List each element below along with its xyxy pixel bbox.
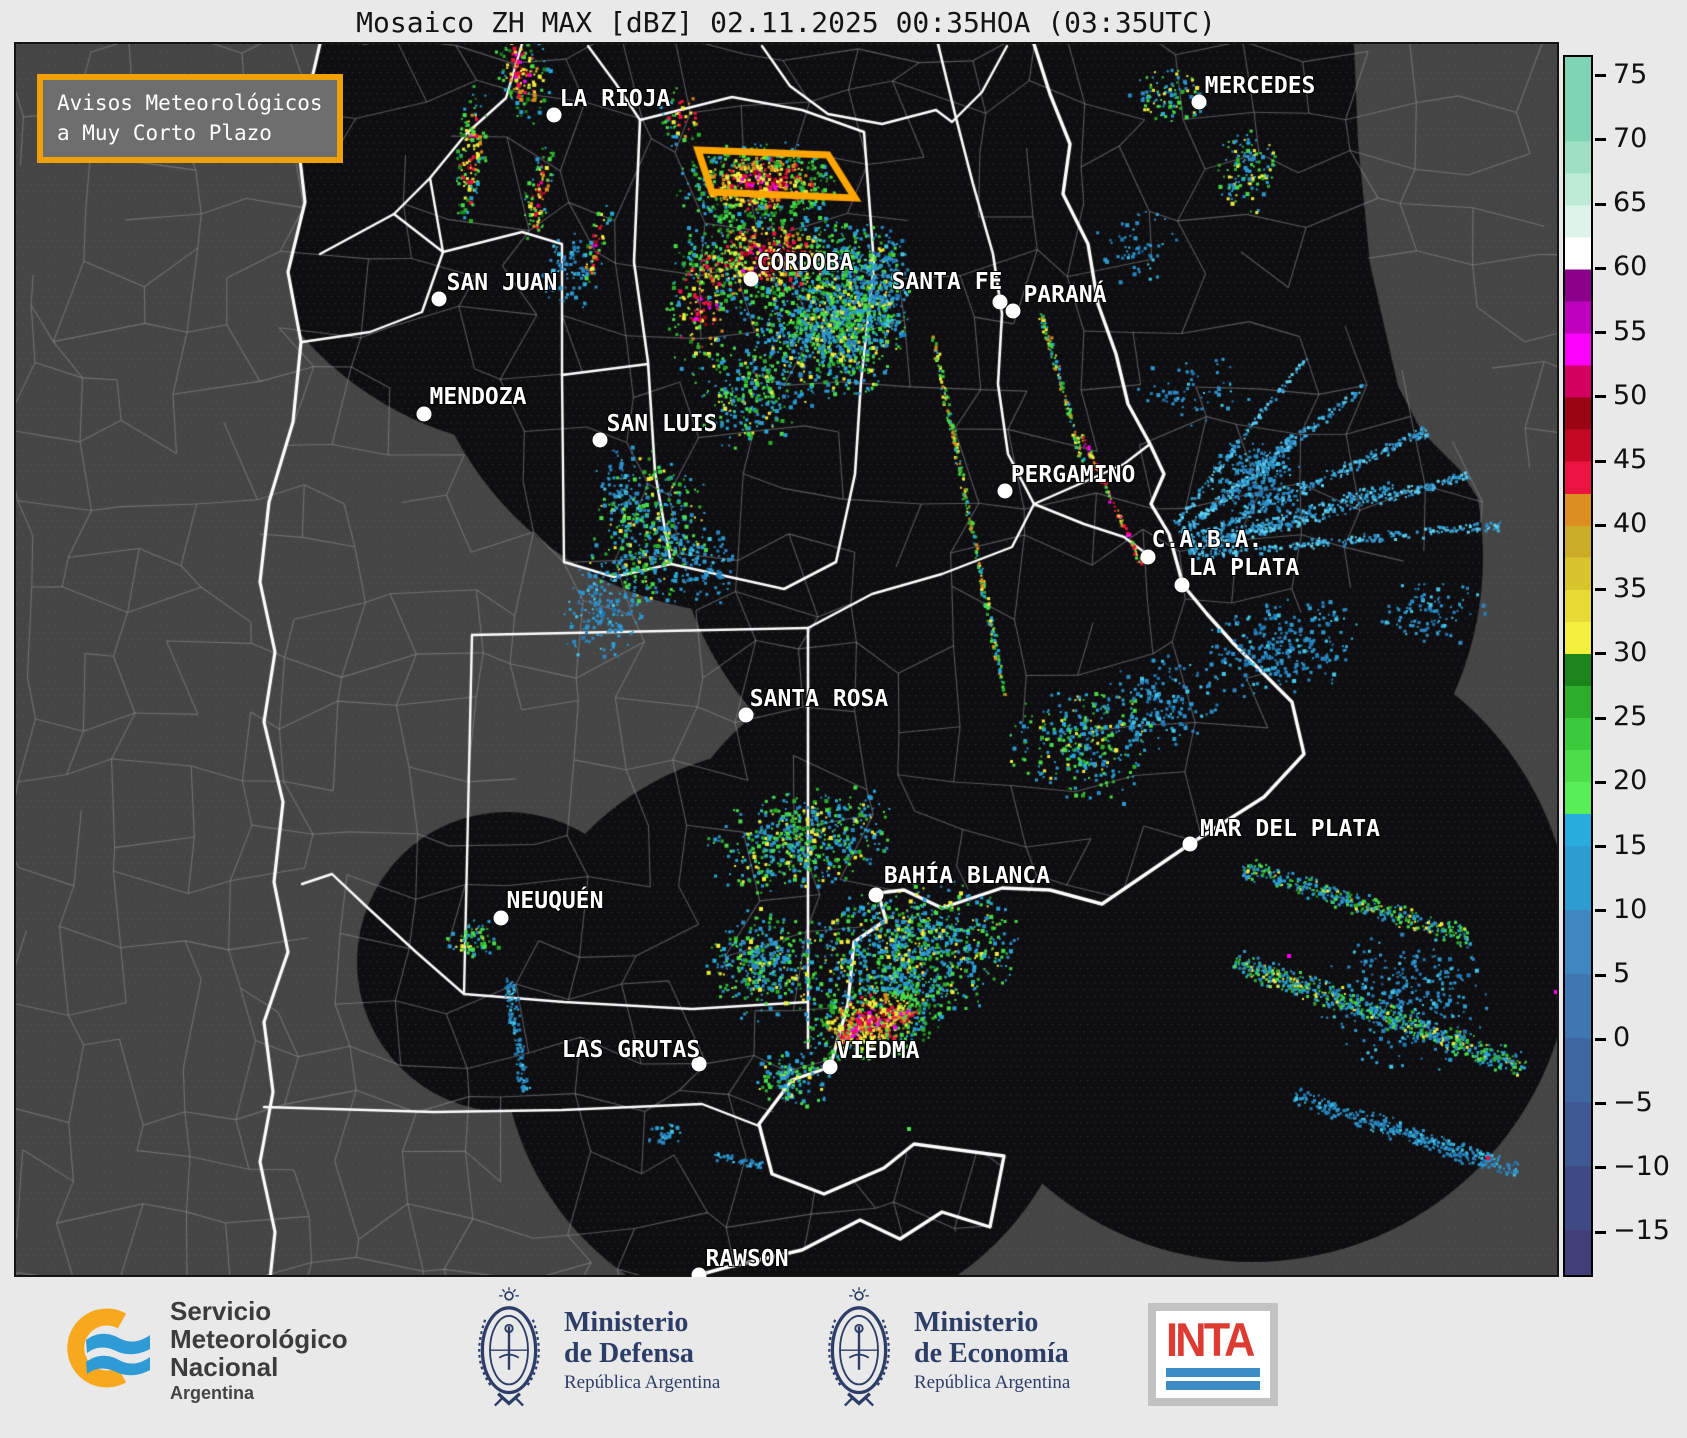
ministerio-defensa-block: Ministerio de Defensa República Argentin…: [470, 1285, 720, 1415]
city-label: LA PLATA: [1188, 555, 1300, 581]
smn-name-line2: Meteorológico: [170, 1324, 348, 1355]
smn-country: Argentina: [170, 1383, 255, 1404]
colorbar-tick-label: −10: [1613, 1150, 1670, 1182]
economia-title2: de Economía: [914, 1338, 1069, 1370]
city-label: SANTA ROSA: [749, 686, 889, 712]
city-label: LA RIOJA: [559, 86, 671, 112]
colorbar-tick-label: 0: [1613, 1022, 1631, 1054]
city-label: MERCEDES: [1204, 73, 1316, 99]
footer-logos: Servicio Meteorológico Nacional Argentin…: [0, 1277, 1687, 1438]
city-label: MAR DEL PLATA: [1199, 816, 1381, 842]
city-dot: [1174, 577, 1190, 593]
colorbar-tick-label: 10: [1613, 893, 1648, 925]
smn-logo-block: Servicio Meteorológico Nacional Argentin…: [60, 1297, 348, 1404]
inta-label: INTA: [1166, 1313, 1255, 1366]
inta-logo-block: INTA: [1148, 1303, 1279, 1407]
city-label: C.A.B.A.: [1151, 527, 1263, 553]
city-label: PARANÁ: [1023, 282, 1107, 308]
colorbar-tick-label: 40: [1613, 508, 1648, 540]
colorbar-tick: [1595, 395, 1606, 399]
inta-logo: INTA: [1148, 1303, 1279, 1407]
colorbar-tick: [1595, 523, 1606, 527]
colorbar-tick: [1595, 909, 1606, 913]
colorbar-tick: [1595, 1230, 1606, 1234]
city-dot: [592, 432, 608, 448]
city-label: LAS GRUTAS: [561, 1037, 701, 1063]
colorbar-tick: [1595, 266, 1606, 270]
colorbar-tick-label: 30: [1613, 636, 1648, 668]
colorbar-tick: [1595, 331, 1606, 335]
colorbar: 75 70 65 60 55 50 45 40 35 30 25 20 15 10 5 0 −5 −10 −15: [1563, 55, 1687, 1277]
colorbar-tick: [1595, 459, 1606, 463]
colorbar-tick: [1595, 1166, 1606, 1170]
warning-box: Avisos Meteorológicos a Muy Corto Plazo: [37, 74, 343, 163]
defensa-title2: de Defensa: [564, 1338, 694, 1370]
city-label: CÓRDOBA: [756, 250, 854, 276]
colorbar-tick-label: 50: [1613, 379, 1648, 411]
city-dot: [822, 1059, 838, 1075]
economia-subtitle: República Argentina: [914, 1371, 1071, 1393]
colorbar-tick-label: 75: [1613, 58, 1648, 90]
colorbar-tick-label: 45: [1613, 443, 1648, 475]
colorbar-tick-label: 25: [1613, 700, 1648, 732]
colorbar-tick-label: 65: [1613, 186, 1648, 218]
ministerio-economia-block: Ministerio de Economía República Argenti…: [820, 1285, 1070, 1415]
inta-bar-2: [1166, 1381, 1261, 1391]
colorbar-tick: [1595, 652, 1606, 656]
warning-line1: Avisos Meteorológicos: [57, 91, 323, 115]
city-label-layer: LA RIOJA MERCEDES SAN JUAN CÓRDOBA SANTA FE P…: [16, 44, 1557, 1283]
radar-map: LA RIOJA MERCEDES SAN JUAN CÓRDOBA SANTA FE P…: [14, 42, 1559, 1283]
city-label: SANTA FE: [891, 269, 1003, 295]
colorbar-tick-label: 20: [1613, 765, 1648, 797]
escudo-argentina-icon: [470, 1285, 548, 1415]
city-label: NEUQUÉN: [506, 888, 604, 914]
colorbar-tick: [1595, 973, 1606, 977]
page-title: Mosaico ZH MAX [dBZ] 02.11.2025 00:35HOA…: [356, 6, 1216, 39]
colorbar-tick-label: 35: [1613, 572, 1648, 604]
defensa-title1: Ministerio: [564, 1307, 689, 1338]
city-label: PERGAMINO: [1010, 462, 1136, 488]
city-label: MENDOZA: [429, 384, 527, 410]
city-dot: [1182, 836, 1198, 852]
escudo-argentina-icon: [820, 1285, 898, 1415]
smn-name-line3: Nacional: [170, 1352, 279, 1383]
colorbar-tick: [1595, 202, 1606, 206]
colorbar-tick: [1595, 845, 1606, 849]
smn-logo-icon: [60, 1298, 156, 1402]
colorbar-tick-label: −15: [1613, 1214, 1670, 1246]
colorbar-tick: [1595, 1037, 1606, 1041]
city-label: RAWSON: [705, 1246, 789, 1272]
economia-title1: Ministerio: [914, 1307, 1039, 1338]
smn-radar-mosaic-page: Mosaico ZH MAX [dBZ] 02.11.2025 00:35HOA…: [0, 0, 1687, 1438]
colorbar-tick: [1595, 138, 1606, 142]
colorbar-tick: [1595, 716, 1606, 720]
city-dot: [868, 887, 884, 903]
colorbar-tick: [1595, 74, 1606, 78]
city-dot: [431, 291, 447, 307]
colorbar-tick-label: 5: [1613, 957, 1631, 989]
warning-line2: a Muy Corto Plazo: [57, 121, 272, 146]
city-dot: [1005, 303, 1021, 319]
smn-name-line1: Servicio: [170, 1296, 272, 1326]
colorbar-tick: [1595, 588, 1606, 592]
colorbar-gradient: [1563, 55, 1593, 1277]
colorbar-tick-label: 55: [1613, 315, 1648, 347]
city-label: SAN JUAN: [446, 270, 558, 296]
colorbar-tick-label: 15: [1613, 829, 1648, 861]
city-label: SAN LUIS: [606, 411, 718, 437]
colorbar-tick-label: 60: [1613, 251, 1648, 283]
colorbar-tick: [1595, 1102, 1606, 1106]
city-label: BAHÍA BLANCA: [883, 863, 1051, 889]
city-label: VIEDMA: [836, 1038, 920, 1064]
defensa-subtitle: República Argentina: [564, 1371, 721, 1393]
colorbar-tick: [1595, 780, 1606, 784]
colorbar-tick-label: −5: [1613, 1086, 1653, 1118]
inta-bar-1: [1166, 1368, 1261, 1378]
colorbar-tick-label: 70: [1613, 122, 1648, 154]
